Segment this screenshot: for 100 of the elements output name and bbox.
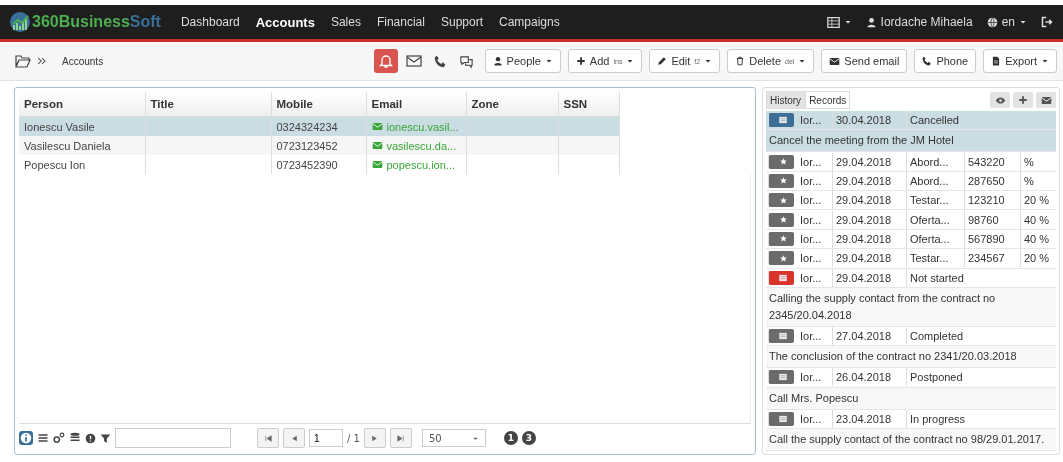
brand-name: 360BusinessSoft bbox=[32, 13, 161, 31]
history-row[interactable]: Ior... 29.04.2018 Oferta... 567890 40 % bbox=[766, 229, 1056, 250]
note-icon bbox=[778, 331, 788, 342]
email-button[interactable] bbox=[1036, 92, 1056, 108]
history-row[interactable]: Ior... 29.04.2018 Abord... 543220 % bbox=[766, 152, 1056, 172]
toolbar-button[interactable]: Delete $^{del}$ bbox=[727, 49, 815, 73]
previous-page-button[interactable] bbox=[283, 428, 305, 448]
toolbar-button[interactable]: People bbox=[484, 49, 561, 73]
panel-tab[interactable]: Records bbox=[805, 91, 851, 109]
language-selector[interactable]: en bbox=[1001, 15, 1015, 29]
breadcrumb[interactable]: Accounts bbox=[62, 55, 104, 67]
table-row[interactable]: Popescu Ion 0723452390 popescu.ion... bbox=[19, 155, 619, 174]
pencil-icon bbox=[657, 56, 668, 66]
star-icon bbox=[778, 195, 788, 205]
history-row[interactable]: Ior... 26.04.2018 Postponed bbox=[766, 368, 1056, 388]
note-icon bbox=[778, 115, 788, 126]
column-header[interactable]: Title bbox=[145, 92, 271, 117]
first-page-button[interactable] bbox=[257, 428, 279, 448]
mail-icon bbox=[371, 140, 383, 151]
nav-item[interactable]: Sales bbox=[322, 15, 369, 29]
panel-tab[interactable]: History bbox=[766, 91, 806, 109]
nav-item[interactable]: Financial bbox=[368, 15, 433, 29]
next-page-button[interactable] bbox=[363, 428, 386, 448]
star-icon bbox=[778, 234, 788, 244]
star-icon bbox=[778, 157, 788, 167]
caret-icon bbox=[798, 57, 807, 65]
mail-icon bbox=[371, 121, 383, 132]
mail-icon bbox=[829, 55, 841, 67]
database-icon bbox=[69, 432, 81, 444]
star-icon bbox=[778, 215, 788, 225]
notification-button[interactable] bbox=[373, 49, 398, 73]
logout-icon bbox=[1041, 16, 1053, 28]
history-row[interactable]: Ior... 29.04.2018 Abord... 287650 % bbox=[766, 171, 1056, 192]
bell-icon bbox=[377, 53, 394, 69]
history-row[interactable]: Ior... 29.04.2018 Testar... 123210 20 % bbox=[766, 191, 1056, 211]
add-button[interactable] bbox=[1013, 92, 1033, 108]
note-icon bbox=[778, 413, 788, 424]
caret-icon bbox=[1019, 18, 1027, 26]
toolbar-button[interactable]: Export bbox=[983, 49, 1057, 73]
count-badge: 3 bbox=[521, 431, 536, 445]
toolbar-button[interactable]: Edit $^{f2}$ bbox=[649, 49, 721, 73]
person-icon bbox=[492, 56, 503, 66]
history-row[interactable]: Ior... 23.04.2018 In progress bbox=[766, 409, 1056, 429]
nav-item[interactable]: Campaigns bbox=[491, 15, 568, 29]
nav-item[interactable]: Support bbox=[432, 15, 491, 29]
table-row[interactable]: Vasilescu Daniela 0723123452 vasilescu.da... bbox=[19, 136, 619, 155]
user-icon bbox=[865, 16, 877, 28]
mail-icon bbox=[405, 53, 422, 69]
toolbar-button[interactable]: Phone bbox=[914, 49, 977, 73]
table-cell: 0324324234 bbox=[276, 120, 338, 133]
history-description: Call Mrs. Popescu bbox=[766, 387, 1056, 410]
search-field[interactable] bbox=[115, 428, 231, 448]
page-size-select[interactable]: 50 bbox=[421, 429, 486, 447]
nav-item[interactable]: Accounts bbox=[247, 14, 323, 30]
previous-icon bbox=[289, 433, 299, 443]
logo-icon bbox=[10, 12, 30, 32]
page-count: / 1 bbox=[347, 432, 360, 444]
toolbar-button[interactable]: Send email bbox=[821, 49, 908, 73]
page-field[interactable]: 1 bbox=[309, 429, 343, 447]
last-page-button[interactable] bbox=[389, 428, 412, 448]
nav-item[interactable]: Dashboard bbox=[172, 15, 248, 29]
trash-icon bbox=[735, 56, 746, 66]
plus-icon bbox=[575, 56, 586, 66]
table-cell: 0723452390 bbox=[276, 158, 338, 171]
file-icon bbox=[991, 56, 1002, 66]
first-icon bbox=[263, 433, 273, 443]
note-icon bbox=[778, 372, 788, 383]
history-row[interactable]: Ior... 30.04.2018 Cancelled bbox=[766, 111, 1056, 131]
history-row[interactable]: Ior... 29.04.2018 Not started bbox=[766, 268, 1056, 288]
history-row[interactable]: Ior... 29.04.2018 Oferta... 98760 40 % bbox=[766, 210, 1056, 230]
chat-icon bbox=[458, 53, 474, 69]
table-cell: Ionescu Vasile bbox=[24, 120, 95, 133]
table-cell: Vasilescu Daniela bbox=[24, 139, 111, 152]
note-icon bbox=[778, 272, 788, 283]
list-icon bbox=[37, 432, 49, 444]
history-description: Cancel the meeting from the JM Hotel bbox=[766, 130, 1056, 153]
history-description: Call the supply contact of the contract no 98/29.01.2017. bbox=[766, 428, 1056, 451]
caret-icon bbox=[626, 57, 635, 65]
history-description: The conclusion of the contract no 2341/20.03.2018 bbox=[766, 346, 1056, 369]
history-row[interactable]: Ior... 29.04.2018 Testar... 234567 20 % bbox=[766, 249, 1056, 269]
view-button[interactable] bbox=[990, 92, 1010, 108]
phone-icon bbox=[922, 56, 933, 66]
user-name[interactable]: Iordache Mihaela bbox=[880, 15, 973, 29]
toolbar-button[interactable]: Add $^{ins}$ bbox=[567, 49, 643, 73]
star-icon bbox=[778, 253, 788, 263]
column-header[interactable]: Person bbox=[19, 92, 145, 117]
caret-icon bbox=[1041, 57, 1049, 65]
caret-icon bbox=[544, 57, 553, 65]
column-header[interactable]: Mobile bbox=[271, 92, 366, 117]
column-header[interactable]: Email bbox=[366, 92, 466, 117]
column-header[interactable]: Zone bbox=[466, 92, 558, 117]
gears-icon bbox=[53, 432, 65, 444]
count-badge: 1 bbox=[503, 431, 518, 445]
filter-icon bbox=[100, 432, 111, 444]
phone-icon bbox=[433, 54, 447, 68]
table-row[interactable]: Ionescu Vasile 0324324234 ionescu.vasil... bbox=[19, 116, 619, 136]
plus-icon bbox=[1018, 95, 1028, 105]
mail-icon bbox=[371, 159, 383, 170]
column-header[interactable]: SSN bbox=[558, 92, 619, 117]
history-description: Calling the supply contact from the contract no 2345/20.04.2018 bbox=[766, 287, 1056, 327]
